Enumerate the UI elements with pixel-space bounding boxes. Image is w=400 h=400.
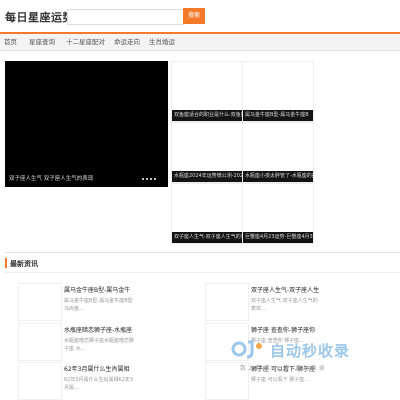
thumb-caption[interactable]: 水瓶座2024年运势微公测-2024 <box>172 171 242 182</box>
site-header: 每日星座运势 搜索 <box>0 0 400 33</box>
featured-thumb[interactable]: 水瓶座小孩太胖管了-水瓶座的孩 <box>242 122 314 183</box>
news-thumbnail[interactable] <box>18 283 62 321</box>
watermark-text: 自动秒收录 <box>270 342 351 360</box>
featured-thumb[interactable]: 巨蟹座4月23运势-巨蟹座4月3日 <box>242 183 314 244</box>
news-item[interactable]: 62年3月属什么生肖属相 62年3月属什么生肖属相62年3月属... <box>18 362 208 400</box>
featured-thumb[interactable]: 双子座人生气-双子座人生气的表 <box>171 183 243 244</box>
featured-thumb[interactable]: 水瓶座2024年运势微公测-2024 <box>171 122 243 183</box>
site-title[interactable]: 每日星座运势 <box>5 9 74 25</box>
news-thumbnail[interactable] <box>18 323 62 361</box>
news-desc: 双子座人生气-双子座人生气的表现... <box>251 298 318 312</box>
nav-item-fate[interactable]: 命运走向 <box>114 34 140 50</box>
news-title[interactable]: 狮子座 查查你-狮子座你 <box>251 325 327 334</box>
search-button[interactable]: 搜索 <box>183 8 205 24</box>
featured-thumb[interactable]: 属马金牛座B型-属马金牛座B <box>242 61 314 122</box>
news-item[interactable]: 属马金牛座B型-属马金牛 属马金牛座B型-属马金牛座B型 马尚金... <box>18 283 208 321</box>
search-input[interactable] <box>67 9 184 25</box>
thumb-caption[interactable]: 双鱼座适合的职业是什么-双鱼座 <box>172 110 242 121</box>
slider-dot[interactable] <box>142 178 144 180</box>
featured-slider[interactable]: 双子座人生气 双子座人生气的表现 <box>5 61 168 187</box>
news-item[interactable]: 双子座人生气-双子座人生 双子座人生气-双子座人生气的表现... <box>205 283 395 321</box>
news-thumbnail[interactable] <box>18 362 62 400</box>
featured-thumb[interactable]: 双鱼座适合的职业是什么-双鱼座 <box>171 61 243 122</box>
thumb-caption[interactable]: 巨蟹座4月23运势-巨蟹座4月3日 <box>243 232 313 243</box>
news-desc: 属马金牛座B型-属马金牛座B型 马尚金... <box>64 298 133 312</box>
slider-caption[interactable]: 双子座人生气 双子座人生气的表现 <box>9 174 93 182</box>
slider-dot[interactable] <box>150 178 152 180</box>
news-desc: 水瓶座暗恋狮子座水瓶座暗恋狮子座 水... <box>64 338 134 352</box>
nav-item-zodiac-marriage[interactable]: 生肖婚运 <box>149 34 175 50</box>
news-desc: 62年3月属什么生肖属相62年3月属... <box>64 377 134 391</box>
section-divider <box>5 252 400 253</box>
news-title[interactable]: 水瓶座暗恋狮子座-水瓶座 <box>64 325 134 334</box>
section-title: 最新资讯 <box>10 260 38 268</box>
section-divider <box>5 272 400 273</box>
watermark-logo-icon <box>231 340 262 359</box>
main-nav: 首页 星座查询 十二星座配对 命运走向 生肖婚运 <box>0 34 400 51</box>
nav-item-zodiac-match[interactable]: 十二星座配对 <box>66 34 105 50</box>
slider-dots <box>142 178 156 180</box>
news-title[interactable]: 双子座人生气-双子座人生 <box>251 285 327 294</box>
thumb-caption[interactable]: 双子座人生气-双子座人生气的表 <box>172 232 242 243</box>
thumb-caption[interactable]: 水瓶座小孩太胖管了-水瓶座的孩 <box>243 171 313 182</box>
slider-dot[interactable] <box>146 178 148 180</box>
news-desc: 狮子座 可以看下 狮子座... <box>251 377 309 383</box>
news-item[interactable]: 水瓶座暗恋狮子座-水瓶座 水瓶座暗恋狮子座水瓶座暗恋狮子座 水... <box>18 323 208 361</box>
news-title[interactable]: 62年3月属什么生肖属相 <box>64 364 134 373</box>
slider-dot[interactable] <box>154 178 156 180</box>
news-title[interactable]: 属马金牛座B型-属马金牛 <box>64 285 134 294</box>
nav-item-constellation-query[interactable]: 星座查询 <box>29 34 55 50</box>
thumb-caption[interactable]: 属马金牛座B型-属马金牛座B <box>243 110 313 121</box>
section-marker <box>5 258 7 268</box>
watermark-slogan: 数 上 精 推 · 一 次 · 自 动 收 录 <box>240 365 325 372</box>
nav-item-home[interactable]: 首页 <box>4 34 17 50</box>
news-thumbnail[interactable] <box>205 283 249 321</box>
